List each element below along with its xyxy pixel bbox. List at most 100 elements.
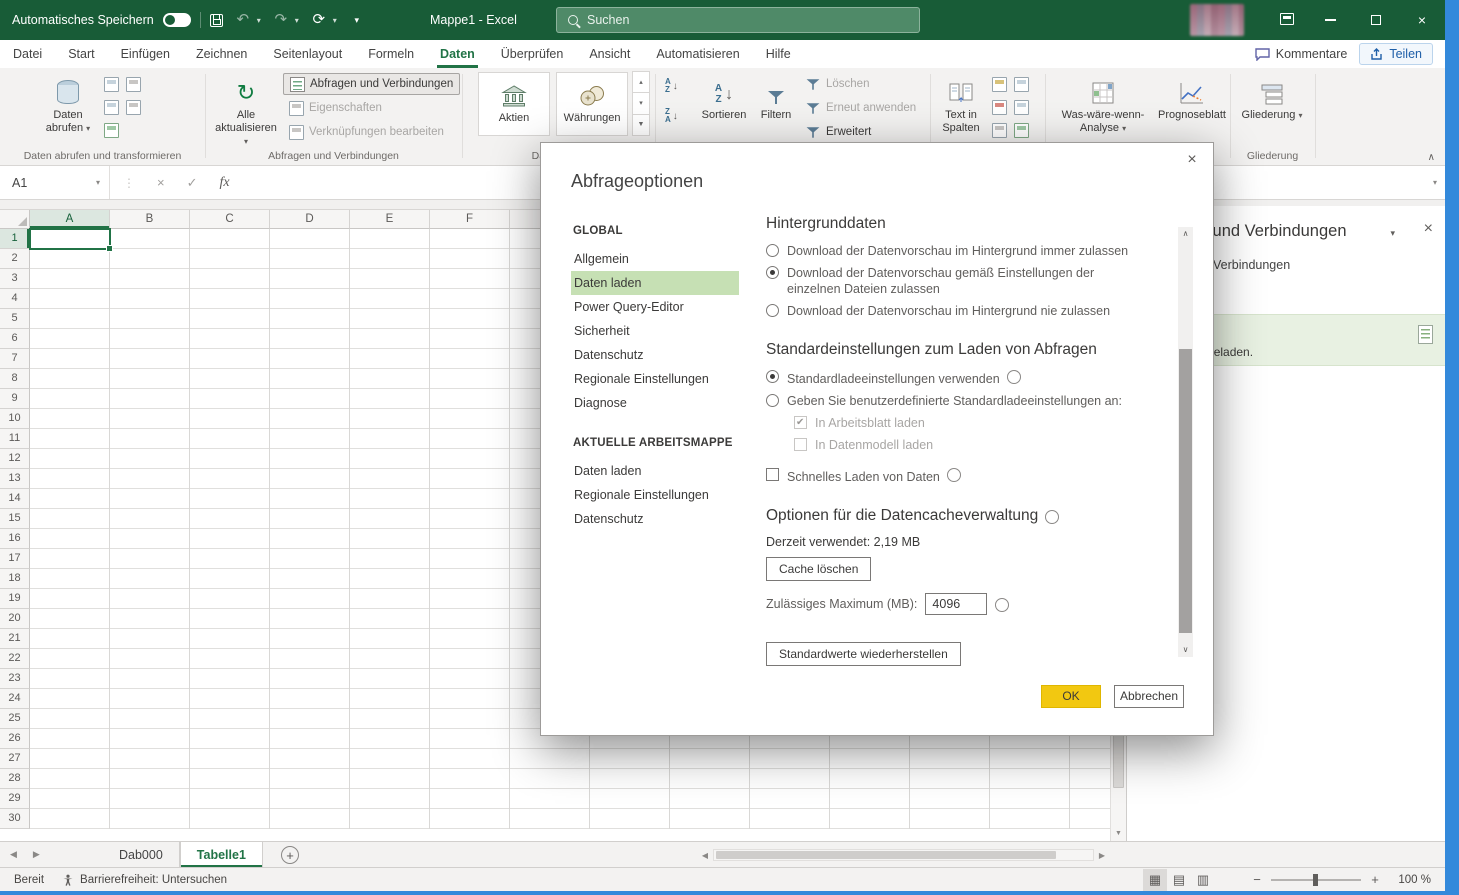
share-button[interactable]: Teilen: [1359, 43, 1433, 65]
row-header[interactable]: 6: [0, 329, 30, 349]
get-data-button[interactable]: Daten abrufen ▾: [38, 68, 98, 135]
avatar[interactable]: [1190, 4, 1244, 36]
maximize-button[interactable]: [1353, 0, 1399, 40]
save-icon[interactable]: [210, 14, 223, 27]
undo-dropdown-icon[interactable]: ▾: [257, 16, 261, 25]
sort-az-button[interactable]: AZ↓: [665, 76, 678, 96]
info-icon[interactable]: [995, 598, 1009, 612]
cancel-button[interactable]: Abbrechen: [1114, 685, 1184, 708]
dialog-scroll-thumb[interactable]: [1179, 349, 1192, 633]
redo-dropdown-icon[interactable]: ▾: [295, 16, 299, 25]
dialog-scroll-down-icon[interactable]: ∨: [1178, 643, 1193, 657]
row-header[interactable]: 4: [0, 289, 30, 309]
sheet-tab[interactable]: Tabelle1: [180, 842, 263, 867]
sidebar-item[interactable]: Datenschutz: [571, 507, 739, 531]
ribbon-tab[interactable]: Einfügen: [108, 40, 183, 68]
sidebar-item[interactable]: Diagnose: [571, 391, 739, 415]
row-header[interactable]: 24: [0, 689, 30, 709]
collapse-ribbon-icon[interactable]: ∧: [1428, 152, 1435, 163]
row-header[interactable]: 12: [0, 449, 30, 469]
gallery-more-button[interactable]: ▼: [632, 114, 650, 136]
page-break-view-icon[interactable]: ▥: [1191, 869, 1215, 891]
select-all-corner[interactable]: [0, 210, 30, 229]
flash-fill-icon[interactable]: [992, 77, 1007, 92]
sidebar-item[interactable]: Sicherheit: [571, 319, 739, 343]
normal-view-icon[interactable]: ▦: [1143, 869, 1167, 891]
accessibility-status[interactable]: Barrierefreiheit: Untersuchen: [62, 874, 227, 886]
ribbon-tab[interactable]: Zeichnen: [183, 40, 260, 68]
manage-data-model-icon[interactable]: [1014, 123, 1029, 138]
zoom-slider-knob[interactable]: [1313, 874, 1318, 886]
expand-formula-bar-icon[interactable]: ▾: [1433, 166, 1437, 199]
radio-option[interactable]: Download der Datenvorschau im Hintergrun…: [766, 303, 1156, 319]
zoom-out-icon[interactable]: −: [1252, 872, 1262, 887]
minimize-button[interactable]: [1307, 0, 1353, 40]
row-header[interactable]: 27: [0, 749, 30, 769]
from-text-csv-icon[interactable]: [104, 77, 119, 92]
next-sheet-icon[interactable]: ▶: [33, 849, 40, 860]
scroll-right-icon[interactable]: ▶: [1094, 851, 1110, 860]
existing-connections-icon[interactable]: [126, 100, 141, 115]
row-header[interactable]: 10: [0, 409, 30, 429]
row-header[interactable]: 22: [0, 649, 30, 669]
customize-qat-icon[interactable]: ▾: [346, 0, 368, 40]
ribbon-tab[interactable]: Überprüfen: [488, 40, 577, 68]
from-table-range-icon[interactable]: [104, 123, 119, 138]
close-button[interactable]: ×: [1399, 0, 1445, 40]
column-header[interactable]: D: [270, 210, 350, 229]
info-icon[interactable]: [947, 468, 961, 482]
comments-button[interactable]: Kommentare: [1255, 47, 1348, 61]
outline-button[interactable]: Gliederung ▾: [1240, 68, 1304, 122]
dialog-scroll-up-icon[interactable]: ∧: [1178, 227, 1193, 241]
search-input[interactable]: Suchen: [556, 7, 920, 33]
sort-button[interactable]: AZ↓ Sortieren: [697, 68, 751, 122]
sync-dropdown-icon[interactable]: ▾: [333, 16, 337, 25]
ribbon-tab[interactable]: Hilfe: [753, 40, 804, 68]
row-header[interactable]: 11: [0, 429, 30, 449]
gallery-up-button[interactable]: ▴: [632, 71, 650, 93]
column-header[interactable]: F: [430, 210, 510, 229]
row-header[interactable]: 28: [0, 769, 30, 789]
edit-links-button[interactable]: Verknüpfungen bearbeiten: [283, 121, 460, 143]
tab-connections[interactable]: Verbindungen: [1213, 258, 1290, 272]
checkbox-load-to-worksheet[interactable]: In Arbeitsblatt laden: [794, 415, 1156, 431]
row-header[interactable]: 23: [0, 669, 30, 689]
properties-button[interactable]: Eigenschaften: [283, 97, 460, 119]
row-header[interactable]: 9: [0, 389, 30, 409]
sort-za-button[interactable]: ZA↓: [665, 106, 678, 126]
ribbon-tab[interactable]: Automatisieren: [643, 40, 752, 68]
currencies-data-type[interactable]: Währungen: [556, 72, 628, 136]
row-header[interactable]: 25: [0, 709, 30, 729]
info-icon[interactable]: [1045, 510, 1059, 524]
sync-icon[interactable]: ⟳: [308, 0, 330, 40]
row-header[interactable]: 17: [0, 549, 30, 569]
refresh-all-button[interactable]: ↻ Alle aktualisieren ▾: [213, 68, 279, 148]
row-header[interactable]: 18: [0, 569, 30, 589]
row-header[interactable]: 2: [0, 249, 30, 269]
ribbon-tab[interactable]: Seitenlayout: [260, 40, 355, 68]
column-header[interactable]: A: [30, 210, 110, 229]
scroll-left-icon[interactable]: ◀: [697, 851, 713, 860]
zoom-slider[interactable]: [1271, 879, 1361, 881]
text-to-columns-button[interactable]: Text in Spalten: [936, 68, 986, 135]
new-sheet-button[interactable]: +: [281, 846, 299, 864]
forecast-sheet-button[interactable]: Prognoseblatt: [1157, 68, 1227, 122]
horizontal-scroll-thumb[interactable]: [716, 851, 1056, 859]
restore-defaults-button[interactable]: Standardwerte wiederherstellen: [766, 642, 961, 666]
row-header[interactable]: 5: [0, 309, 30, 329]
autosave-toggle[interactable]: [163, 13, 191, 27]
row-header[interactable]: 29: [0, 789, 30, 809]
page-layout-view-icon[interactable]: ▤: [1167, 869, 1191, 891]
dialog-close-icon[interactable]: ×: [1181, 149, 1203, 171]
clear-cache-button[interactable]: Cache löschen: [766, 557, 871, 581]
sidebar-item[interactable]: Daten laden: [571, 459, 739, 483]
panel-close-icon[interactable]: ×: [1424, 220, 1433, 238]
panel-dropdown-icon[interactable]: ▾: [1390, 228, 1395, 239]
column-header[interactable]: C: [190, 210, 270, 229]
prev-sheet-icon[interactable]: ◀: [10, 849, 17, 860]
radio-option[interactable]: Download der Datenvorschau im Hintergrun…: [766, 243, 1156, 259]
sidebar-item[interactable]: Datenschutz: [571, 343, 739, 367]
gallery-down-button[interactable]: ▾: [632, 92, 650, 114]
row-header[interactable]: 21: [0, 629, 30, 649]
sidebar-item[interactable]: Regionale Einstellungen: [571, 367, 739, 391]
